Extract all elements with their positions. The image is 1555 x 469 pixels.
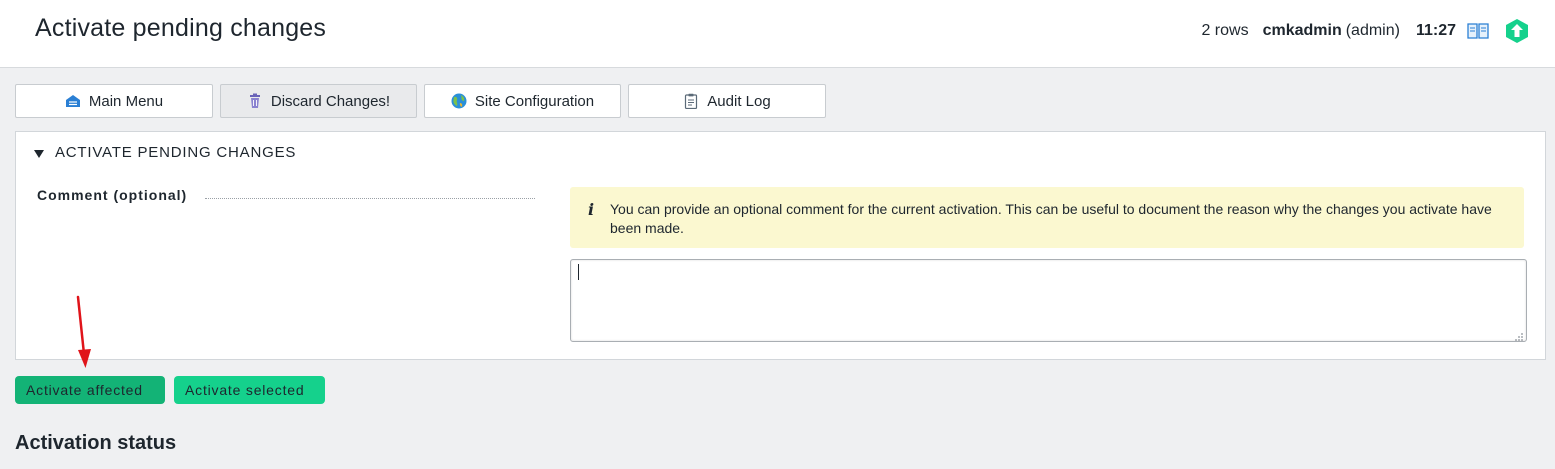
title-bar: Activate pending changes 2 rows cmkadmin… [0, 0, 1555, 68]
panel-header-toggle[interactable]: ACTIVATE PENDING CHANGES [34, 144, 296, 161]
clock-time: 11:27 [1415, 22, 1456, 39]
audit-log-label: Audit Log [707, 92, 771, 110]
info-icon: i [588, 200, 595, 219]
site-configuration-button[interactable]: Site Configuration [424, 84, 621, 118]
activation-actions: Activate affected Activate selected [15, 376, 334, 404]
discard-changes-button[interactable]: Discard Changes! [220, 84, 417, 118]
main-menu-label: Main Menu [88, 92, 164, 110]
annotation-arrow-icon [76, 295, 91, 368]
label-dotted-leader [205, 198, 535, 199]
text-cursor [578, 264, 579, 280]
activate-selected-button[interactable]: Activate selected [174, 376, 325, 404]
collapse-triangle-icon [34, 150, 44, 158]
comment-label: Comment (optional) [37, 187, 188, 203]
panel-heading: ACTIVATE PENDING CHANGES [55, 144, 297, 161]
globe-icon [451, 93, 467, 109]
resize-handle-icon[interactable] [1514, 329, 1524, 341]
checkmk-logo-icon[interactable] [1504, 18, 1530, 44]
discard-changes-label: Discard Changes! [270, 92, 391, 110]
info-message-box: i You can provide an optional comment fo… [570, 187, 1524, 248]
page-title: Activate pending changes [35, 14, 327, 42]
user-role: (admin) [1345, 22, 1400, 39]
activation-status-heading: Activation status [15, 432, 177, 454]
main-menu-icon [65, 93, 81, 109]
toolbar: Main Menu Discard Changes! Site Configur… [15, 84, 833, 118]
info-text: You can provide an optional comment for … [610, 201, 1492, 236]
book-icon[interactable] [1466, 21, 1490, 41]
comment-textarea[interactable] [570, 259, 1527, 342]
main-menu-button[interactable]: Main Menu [15, 84, 213, 118]
activate-changes-panel: ACTIVATE PENDING CHANGES Comment (option… [15, 131, 1546, 360]
clipboard-icon [683, 93, 699, 110]
username[interactable]: cmkadmin [1263, 22, 1342, 40]
activate-affected-button[interactable]: Activate affected [15, 376, 165, 404]
row-count: 2 rows [1201, 22, 1249, 39]
audit-log-button[interactable]: Audit Log [628, 84, 826, 118]
header-status: 2 rows cmkadmin (admin) 11:27 [1201, 18, 1530, 44]
site-configuration-label: Site Configuration [474, 92, 595, 110]
trash-icon [247, 93, 263, 109]
